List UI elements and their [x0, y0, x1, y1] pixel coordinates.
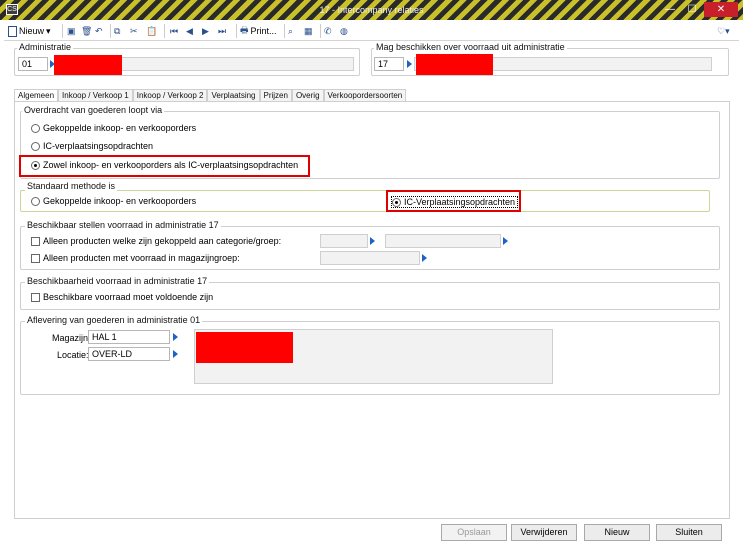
stock-administration-label: Mag beschikken over voorraad uit adminis…: [374, 42, 567, 52]
previous-record-icon[interactable]: ◀: [186, 24, 193, 38]
new-record-button[interactable]: Nieuw: [584, 524, 650, 541]
availability-check-title: Beschikbaarheid voorraad in administrati…: [25, 276, 210, 286]
phone-icon[interactable]: ✆: [324, 24, 332, 38]
group-lookup-icon[interactable]: [503, 237, 508, 245]
tab-prijzen[interactable]: Prijzen: [259, 89, 292, 101]
chevron-down-icon: ▾: [46, 25, 51, 36]
delete-button[interactable]: Verwijderen: [511, 524, 577, 541]
cut-icon[interactable]: ✂: [130, 24, 138, 38]
transfer-option-ic-transfers[interactable]: IC-verplaatsingsopdrachten: [31, 141, 153, 151]
location-field[interactable]: OVER-LD: [88, 347, 170, 361]
transfer-option-linked-orders[interactable]: Gekoppelde inkoop- en verkooporders: [31, 123, 196, 133]
print-button[interactable]: 🖶 Print...: [240, 24, 277, 38]
paste-icon[interactable]: 📋: [146, 24, 157, 38]
close-icon[interactable]: ✕: [704, 2, 738, 17]
availability-warehouse-checkbox[interactable]: Alleen producten met voorraad in magazij…: [31, 253, 240, 263]
category-field: [320, 234, 368, 248]
checkbox-icon: [31, 292, 40, 302]
toolbar: Nieuw ▾ ▣ 🗑 ↶ ⧉ ✂ 📋 ⏮ ◀ ▶ ⏭ 🖶 Print... ⌕…: [4, 21, 739, 41]
redaction: [416, 54, 493, 75]
administration-label: Administratie: [17, 42, 74, 52]
tab-inkoop-verkoop-1[interactable]: Inkoop / Verkoop 1: [58, 89, 133, 101]
administration-field[interactable]: 01: [18, 57, 48, 71]
highlight-box: [386, 190, 521, 212]
location-lookup-icon[interactable]: [173, 350, 178, 358]
radio-icon: [31, 196, 40, 206]
radio-icon: [31, 141, 40, 151]
tab-inkoop-verkoop-2[interactable]: Inkoop / Verkoop 2: [132, 89, 208, 101]
tab-overig[interactable]: Overig: [291, 89, 324, 101]
warehouse-label: Magazijn:: [52, 333, 91, 343]
globe-icon[interactable]: ◍: [340, 24, 348, 38]
checkbox-icon: [31, 236, 40, 246]
availability-title: Beschikbaar stellen voorraad in administ…: [25, 220, 221, 230]
tab-verkoopordersoorten[interactable]: Verkoopordersoorten: [323, 89, 407, 101]
stock-administration-lookup-icon[interactable]: [407, 60, 412, 68]
warehouse-group-lookup-icon[interactable]: [422, 254, 427, 262]
tab-strip: Algemeen Inkoop / Verkoop 1 Inkoop / Ver…: [14, 89, 407, 101]
minimize-icon[interactable]: —: [660, 2, 680, 17]
standard-option-linked-orders[interactable]: Gekoppelde inkoop- en verkooporders: [31, 196, 196, 206]
favorite-icon[interactable]: ♡▾: [717, 24, 730, 38]
binoculars-icon[interactable]: ⌕: [288, 24, 293, 38]
delete-icon[interactable]: 🗑: [81, 24, 92, 38]
printer-icon: 🖶: [240, 25, 249, 35]
sufficient-stock-checkbox[interactable]: Beschikbare voorraad moet voldoende zijn: [31, 292, 213, 302]
undo-icon[interactable]: ↶: [95, 24, 103, 38]
warehouse-group-field: [320, 251, 420, 265]
first-record-icon[interactable]: ⏮: [170, 24, 178, 38]
availability-category-checkbox[interactable]: Alleen producten welke zijn gekoppeld aa…: [31, 236, 281, 246]
tab-algemeen[interactable]: Algemeen: [14, 89, 59, 101]
tab-verplaatsing[interactable]: Verplaatsing: [207, 89, 260, 101]
warehouse-lookup-icon[interactable]: [173, 333, 178, 341]
delivery-title: Aflevering van goederen in administratie…: [25, 315, 203, 325]
transfer-title: Overdracht van goederen loopt via: [22, 105, 165, 115]
copy-icon[interactable]: ⧉: [114, 24, 120, 38]
table-icon[interactable]: ▦: [304, 24, 313, 38]
location-label: Locatie:: [57, 350, 89, 360]
stock-administration-field[interactable]: 17: [374, 57, 404, 71]
new-button-label: Nieuw: [19, 26, 45, 36]
title-bar: CS 17 - Intercompany relaties — ☐ ✕: [0, 0, 743, 20]
save-button[interactable]: Opslaan: [441, 524, 507, 541]
checkbox-icon: [31, 253, 40, 263]
close-button[interactable]: Sluiten: [656, 524, 722, 541]
group-field: [385, 234, 501, 248]
highlight-box: [19, 155, 310, 177]
standard-method-title: Standaard methode is: [25, 181, 118, 191]
next-record-icon[interactable]: ▶: [202, 24, 209, 38]
redaction: [196, 332, 293, 363]
last-record-icon[interactable]: ⏭: [218, 24, 226, 38]
maximize-icon[interactable]: ☐: [682, 2, 702, 17]
new-doc-icon: [8, 25, 17, 37]
category-lookup-icon[interactable]: [370, 237, 375, 245]
window-title: 17 - Intercompany relaties: [319, 5, 424, 15]
save-icon[interactable]: ▣: [67, 24, 76, 38]
print-label: Print...: [250, 26, 277, 36]
radio-icon: [31, 123, 40, 133]
warehouse-field[interactable]: HAL 1: [88, 330, 170, 344]
redaction: [54, 55, 122, 75]
new-button[interactable]: Nieuw ▾: [8, 24, 51, 38]
